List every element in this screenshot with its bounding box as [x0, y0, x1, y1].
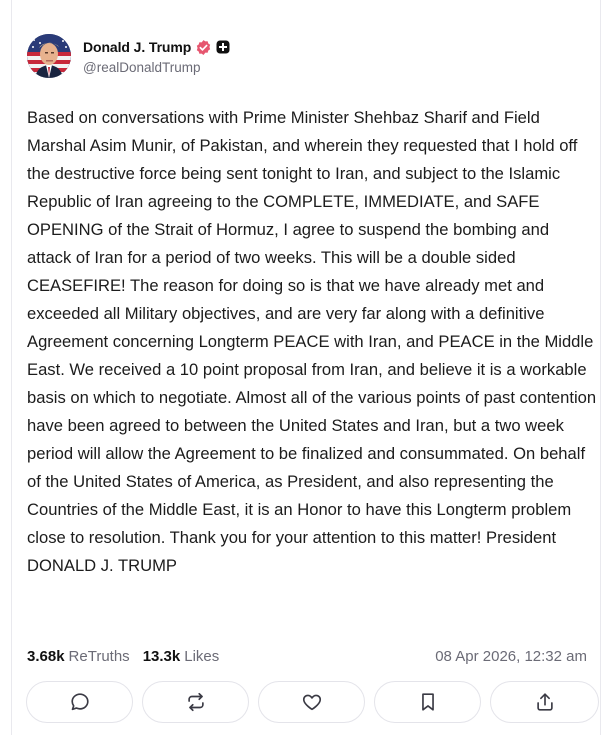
avatar-image	[27, 34, 71, 78]
verified-badge-icon	[195, 39, 212, 56]
author-names: Donald J. Trump @realDonaldTrump	[83, 37, 230, 75]
post-text: Based on conversations with Prime Minist…	[27, 108, 597, 575]
post-timestamp[interactable]: 08 Apr 2026, 12:32 am	[435, 648, 587, 665]
like-button[interactable]	[258, 681, 365, 723]
likes-count: 13.3k	[142, 647, 181, 665]
heart-icon	[302, 694, 321, 711]
bookmark-button[interactable]	[374, 681, 481, 723]
reply-button[interactable]	[26, 681, 133, 723]
action-bar	[26, 681, 599, 723]
name-row: Donald J. Trump	[83, 37, 230, 57]
retruths-label: ReTruths	[68, 647, 130, 665]
likes-stat[interactable]: 13.3k Likes	[143, 648, 220, 665]
post-header: Donald J. Trump @realDonaldTrump	[27, 33, 230, 79]
author-handle[interactable]: @realDonaldTrump	[83, 60, 230, 75]
post-stats: 3.68k ReTruths 13.3k Likes 08 Apr 2026, …	[27, 645, 587, 667]
retruths-stat[interactable]: 3.68k ReTruths	[27, 648, 130, 665]
retruth-button[interactable]	[142, 681, 249, 723]
avatar[interactable]	[27, 34, 71, 78]
retruths-count: 3.68k	[27, 647, 65, 665]
display-name[interactable]: Donald J. Trump	[83, 39, 191, 55]
chat-bubble-icon	[70, 693, 89, 711]
share-button[interactable]	[490, 681, 599, 723]
share-upload-icon	[536, 693, 553, 711]
post-card: Donald J. Trump @realDonaldTrump Based o…	[11, 0, 601, 735]
plus-badge-icon	[216, 40, 230, 54]
repost-icon	[187, 692, 204, 712]
likes-label: Likes	[184, 647, 220, 665]
bookmark-icon	[421, 693, 434, 711]
